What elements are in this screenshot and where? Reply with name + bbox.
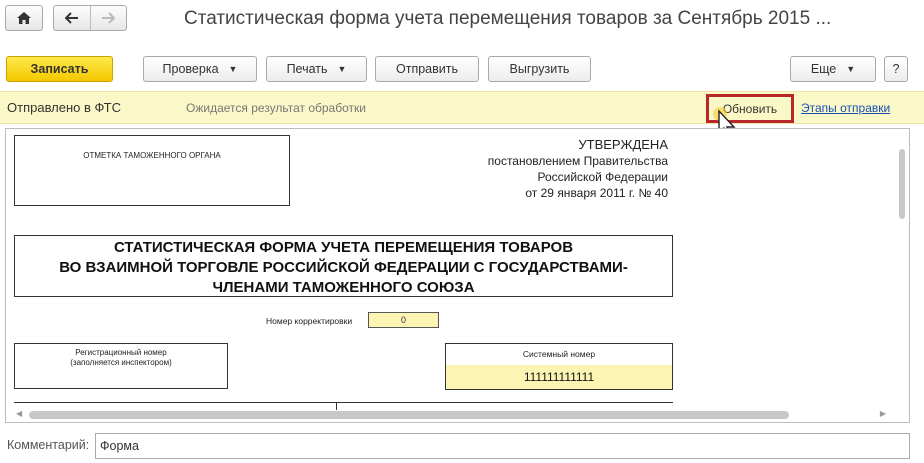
approval-line-3: от 29 января 2011 г. № 40 — [525, 186, 668, 200]
vertical-scrollbar[interactable] — [899, 149, 905, 219]
form-title-line-2: ВО ВЗАИМНОЙ ТОРГОВЛЕ РОССИЙСКОЙ ФЕДЕРАЦИ… — [59, 259, 628, 276]
document-viewer[interactable]: ОТМЕТКА ТАМОЖЕННОГО ОРГАНА УТВЕРЖДЕНА по… — [5, 128, 910, 423]
customs-stamp-label: ОТМЕТКА ТАМОЖЕННОГО ОРГАНА — [83, 151, 221, 160]
horizontal-scroll-thumb[interactable] — [29, 411, 789, 419]
status-message: Ожидается результат обработки — [186, 101, 366, 115]
correction-number-label: Номер корректировки — [266, 316, 353, 326]
registration-label-1: Регистрационный номер — [75, 348, 167, 357]
more-button[interactable]: Еще ▼ — [790, 56, 876, 82]
more-button-label: Еще — [810, 62, 837, 76]
comment-label: Комментарий: — [7, 438, 90, 452]
stages-link[interactable]: Этапы отправки — [801, 101, 890, 115]
system-number-field[interactable]: 111111111111 — [446, 365, 672, 389]
print-button[interactable]: Печать ▼ — [266, 56, 367, 82]
command-bar: Записать Проверка ▼ Печать ▼ Отправить В… — [0, 54, 924, 86]
chevron-down-icon: ▼ — [337, 64, 347, 74]
forward-button[interactable] — [89, 6, 126, 30]
history-navigation — [53, 5, 127, 31]
correction-number-field[interactable]: 0 — [368, 312, 439, 328]
arrow-right-icon — [102, 12, 116, 24]
check-button[interactable]: Проверка ▼ — [143, 56, 257, 82]
system-number-box: Системный номер 111111111111 — [445, 343, 673, 390]
arrow-left-icon — [64, 12, 78, 24]
table-divider-tick — [336, 402, 337, 410]
printed-form: ОТМЕТКА ТАМОЖЕННОГО ОРГАНА УТВЕРЖДЕНА по… — [6, 129, 896, 410]
table-divider — [14, 402, 673, 403]
save-button[interactable]: Записать — [6, 56, 113, 82]
approval-block: УТВЕРЖДЕНА постановлением Правительства … — [446, 137, 668, 201]
home-icon — [17, 12, 31, 24]
chevron-down-icon: ▼ — [228, 64, 238, 74]
export-button-label: Выгрузить — [509, 62, 570, 76]
approval-line-2: Российской Федерации — [537, 170, 669, 184]
chevron-down-icon: ▼ — [846, 64, 856, 74]
approval-line-1: постановлением Правительства — [487, 154, 668, 168]
horizontal-scrollbar[interactable]: ◀ ▶ — [12, 409, 892, 419]
save-button-label: Записать — [30, 62, 89, 76]
form-title-line-1: СТАТИСТИЧЕСКАЯ ФОРМА УЧЕТА ПЕРЕМЕЩЕНИЯ Т… — [113, 239, 574, 256]
scroll-right-icon[interactable]: ▶ — [880, 409, 886, 418]
status-bar: Отправлено в ФТС Ожидается результат обр… — [0, 91, 924, 124]
form-title: СТАТИСТИЧЕСКАЯ ФОРМА УЧЕТА ПЕРЕМЕЩЕНИЯ Т… — [14, 235, 673, 297]
send-button[interactable]: Отправить — [375, 56, 479, 82]
status-state: Отправлено в ФТС — [7, 100, 122, 115]
print-button-label: Печать — [286, 62, 328, 76]
back-button[interactable] — [54, 6, 90, 30]
title-bar: Статистическая форма учета перемещения т… — [0, 0, 924, 44]
form-title-line-3: ЧЛЕНАМИ ТАМОЖЕННОГО СОЮЗА — [212, 279, 475, 296]
system-number-label: Системный номер — [522, 349, 596, 359]
check-button-label: Проверка — [162, 62, 219, 76]
help-button-label: ? — [892, 62, 900, 76]
help-button[interactable]: ? — [884, 56, 908, 82]
registration-label-2: (заполняется инспектором) — [70, 358, 172, 367]
customs-stamp-box: ОТМЕТКА ТАМОЖЕННОГО ОРГАНА — [14, 135, 290, 206]
comment-input[interactable] — [95, 433, 910, 459]
export-button[interactable]: Выгрузить — [488, 56, 591, 82]
send-button-label: Отправить — [396, 62, 458, 76]
registration-number-box: Регистрационный номер (заполняется инспе… — [14, 343, 228, 389]
window-title: Статистическая форма учета перемещения т… — [184, 8, 832, 29]
scroll-left-icon[interactable]: ◀ — [16, 409, 22, 418]
approval-head: УТВЕРЖДЕНА — [578, 137, 668, 152]
home-button[interactable] — [5, 5, 43, 31]
